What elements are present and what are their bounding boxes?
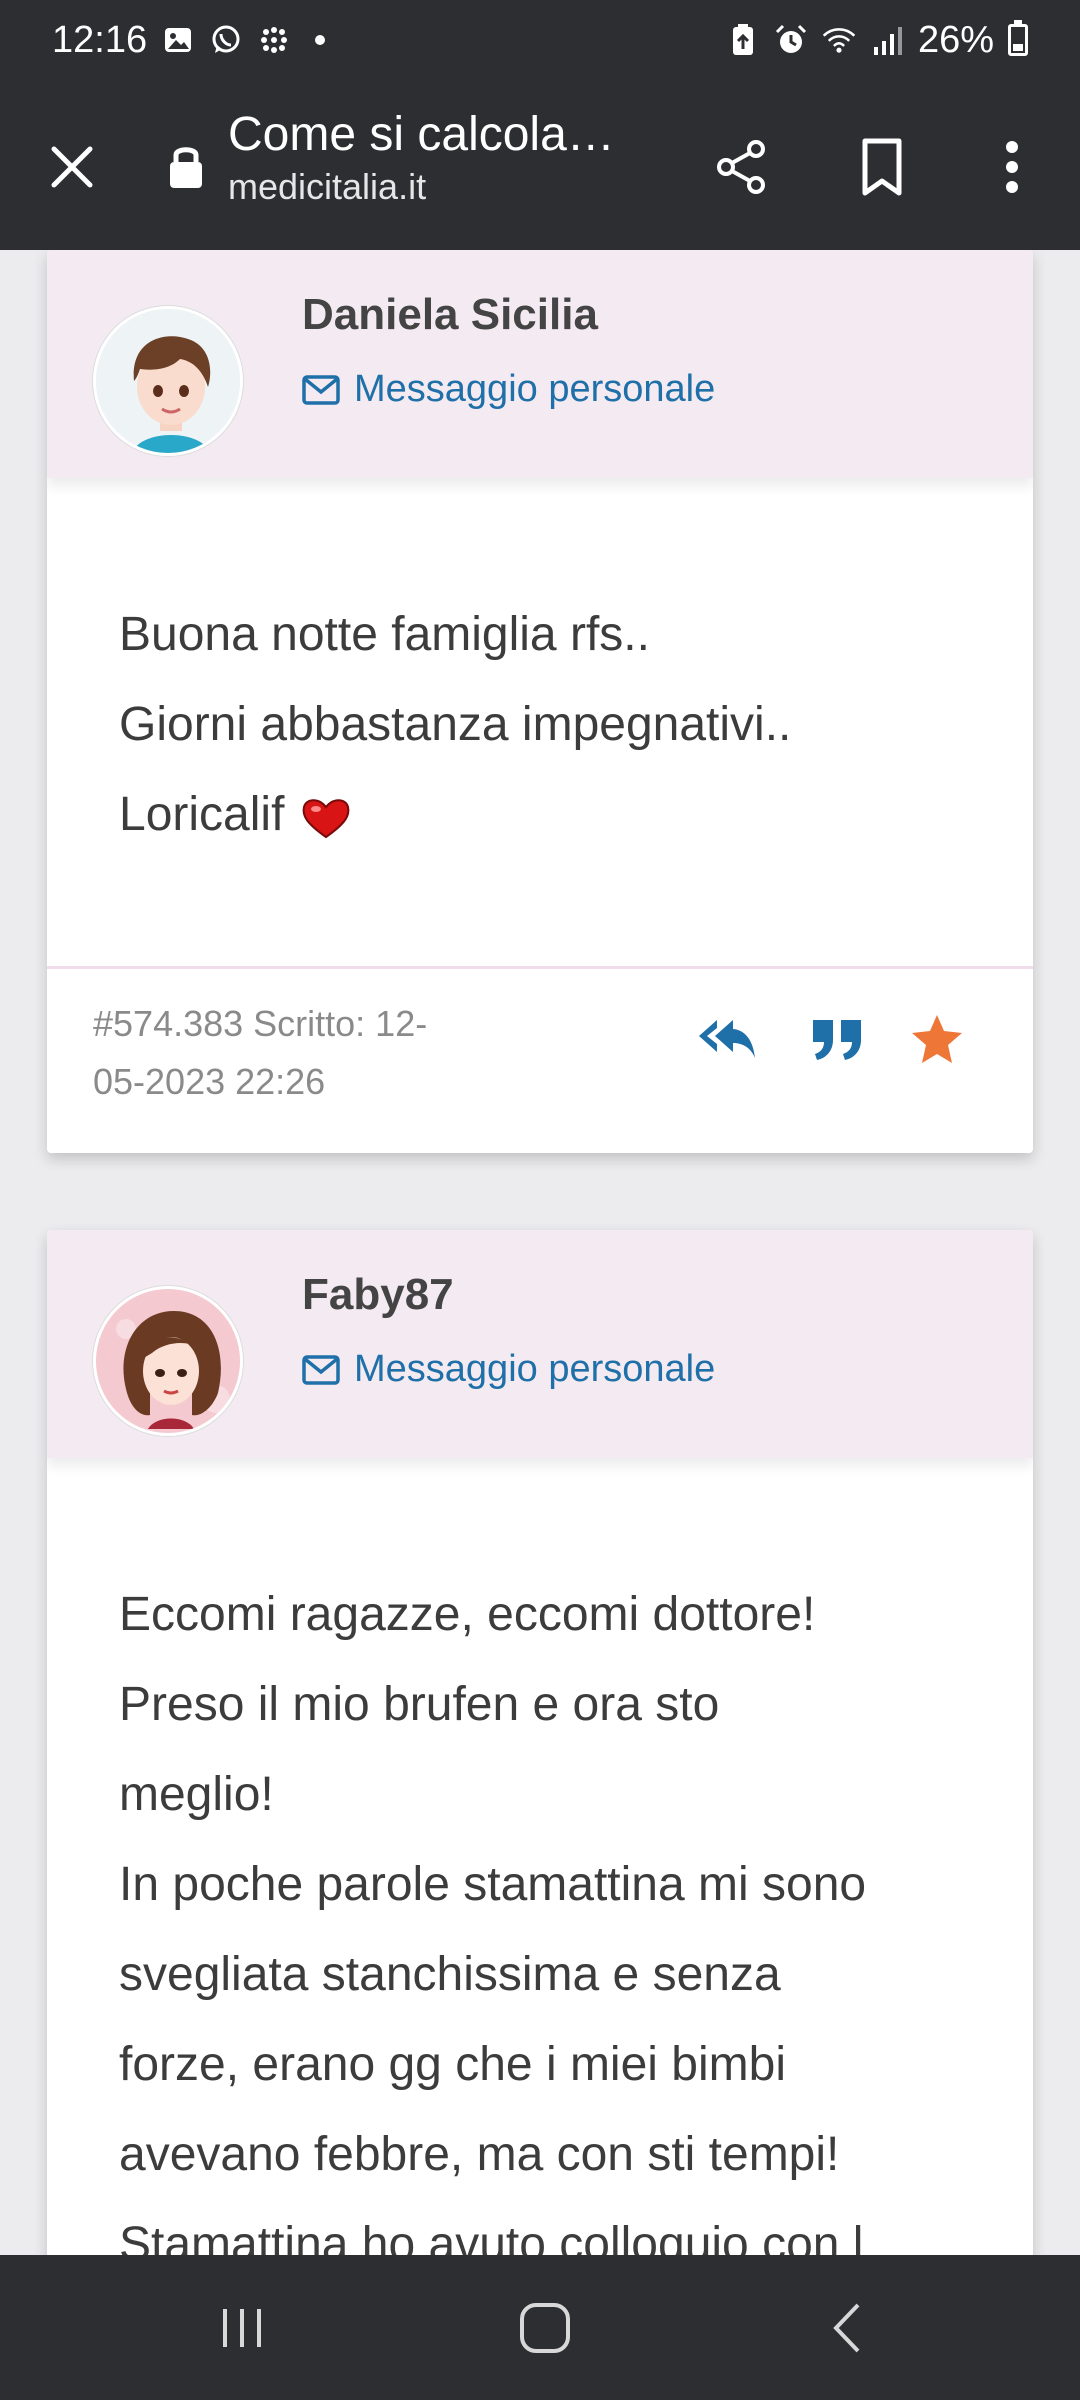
bookmark-icon — [862, 138, 902, 196]
status-right: 26% — [726, 19, 1028, 62]
avatar[interactable] — [93, 1286, 243, 1436]
post-line-with-emoji: Loricalif — [119, 770, 961, 860]
forum-post: Faby87 Messaggio personale Eccomi ragazz… — [47, 1230, 1033, 2255]
post-header: Faby87 Messaggio personale — [47, 1230, 1033, 1458]
home-button[interactable] — [500, 2283, 590, 2373]
recents-button[interactable] — [197, 2283, 287, 2373]
private-message-link[interactable]: Messaggio personale — [302, 368, 715, 411]
post-body: Buona notte famiglia rfs.. Giorni abbast… — [47, 478, 1033, 964]
url-bar[interactable]: Come si calcola… medicitalia.it — [228, 106, 668, 208]
home-icon — [520, 2303, 570, 2353]
post-line: meglio! — [119, 1768, 274, 1821]
reply-button[interactable] — [687, 999, 767, 1079]
post-line: Stamattina ho avuto colloquio con l — [119, 2218, 864, 2255]
status-time: 12:16 — [52, 18, 148, 61]
bookmark-button[interactable] — [840, 125, 924, 209]
star-icon — [912, 1015, 962, 1063]
author-name[interactable]: Daniela Sicilia — [302, 290, 598, 340]
favorite-button[interactable] — [897, 999, 977, 1079]
post-body: Eccomi ragazze, eccomi dottore! Preso il… — [47, 1458, 1033, 2255]
post-line: In poche parole stamattina mi sono — [119, 1858, 867, 1911]
post-header: Daniela Sicilia Messaggio personale — [47, 250, 1033, 478]
quote-icon — [813, 1020, 861, 1060]
envelope-icon — [302, 1354, 340, 1385]
page-domain: medicitalia.it — [228, 165, 427, 207]
wifi-icon — [822, 23, 856, 57]
private-message-label: Messaggio personale — [354, 1348, 716, 1390]
browser-toolbar: Come si calcola… medicitalia.it — [0, 80, 1080, 250]
battery-icon — [1008, 20, 1028, 56]
author-name[interactable]: Faby87 — [302, 1270, 454, 1320]
status-left: 12:16 — [52, 18, 326, 62]
post-line: Buona notte famiglia rfs.. — [119, 608, 650, 661]
battery-saver-icon — [726, 23, 760, 57]
notification-dot-icon — [315, 35, 326, 45]
envelope-icon — [302, 374, 340, 405]
more-options-button[interactable] — [970, 125, 1054, 209]
battery-percent: 26% — [917, 18, 994, 61]
post-line: svegliata stanchissima e senza — [119, 1948, 781, 2001]
private-message-label: Messaggio personale — [354, 368, 716, 410]
recents-icon — [223, 2309, 261, 2347]
share-icon — [717, 140, 765, 194]
lock-icon — [170, 147, 202, 188]
status-bar: 12:16 26% — [0, 0, 1080, 80]
post-line: Giorni abbastanza impegnativi.. — [119, 698, 792, 751]
back-icon — [833, 2303, 860, 2353]
page-title: Come si calcola… — [228, 108, 615, 161]
heart-icon — [302, 799, 350, 839]
close-icon — [51, 146, 93, 188]
reply-all-icon — [699, 1020, 755, 1058]
whatsapp-icon — [209, 23, 243, 57]
navigation-bar — [0, 2255, 1080, 2400]
avatar[interactable] — [93, 306, 243, 456]
more-vert-icon — [1006, 141, 1018, 193]
post-date: 05-2023 22:26 — [93, 1061, 326, 1102]
alarm-icon — [774, 23, 808, 57]
private-message-link[interactable]: Messaggio personale — [302, 1348, 715, 1391]
back-button[interactable] — [803, 2283, 893, 2373]
forum-post: Daniela Sicilia Messaggio personale Buon… — [47, 250, 1033, 1153]
dots-grid-icon — [257, 23, 291, 57]
close-button[interactable] — [30, 125, 114, 209]
gallery-icon — [161, 23, 195, 57]
quote-button[interactable] — [797, 999, 877, 1079]
post-meta: #574.383 Scritto: 12- 05-2023 22:26 — [93, 995, 493, 1111]
post-footer: #574.383 Scritto: 12- 05-2023 22:26 — [47, 966, 1033, 1153]
post-line: forze, erano gg che i miei bimbi — [119, 2038, 786, 2091]
post-line: avevano febbre, ma con sti tempi! — [119, 2128, 840, 2181]
share-button[interactable] — [700, 125, 784, 209]
post-id-date: #574.383 Scritto: 12- — [93, 1003, 428, 1044]
post-line: Loricalif — [119, 788, 285, 841]
signal-icon — [870, 23, 904, 57]
post-line: Eccomi ragazze, eccomi dottore! — [119, 1588, 816, 1641]
page-content[interactable]: Daniela Sicilia Messaggio personale Buon… — [0, 250, 1080, 2255]
post-line: Preso il mio brufen e ora sto — [119, 1678, 720, 1731]
